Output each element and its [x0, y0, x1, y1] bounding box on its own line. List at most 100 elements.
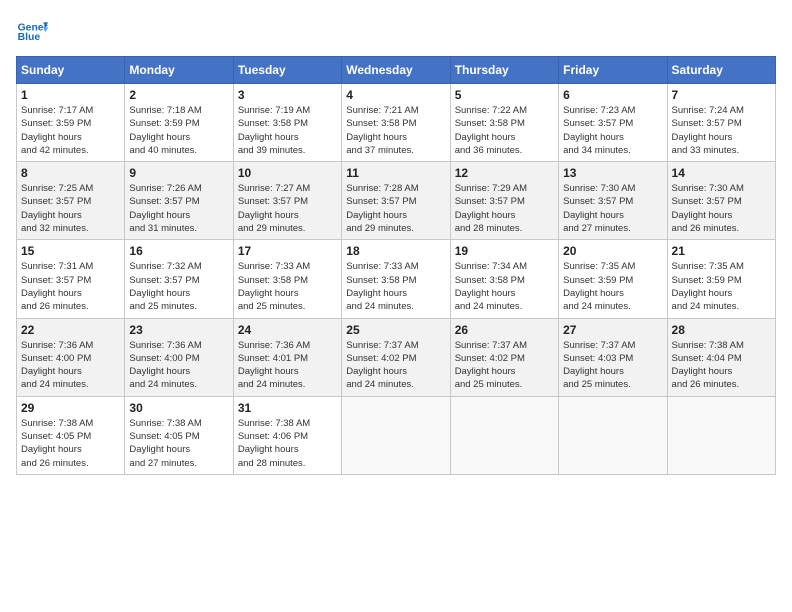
- calendar: SundayMondayTuesdayWednesdayThursdayFrid…: [16, 56, 776, 475]
- day-detail: Sunrise: 7:25 AM Sunset: 3:57 PM Dayligh…: [21, 182, 120, 235]
- day-detail: Sunrise: 7:24 AM Sunset: 3:57 PM Dayligh…: [672, 104, 771, 157]
- calendar-cell: 5 Sunrise: 7:22 AM Sunset: 3:58 PM Dayli…: [450, 84, 558, 162]
- calendar-cell: 16 Sunrise: 7:32 AM Sunset: 3:57 PM Dayl…: [125, 240, 233, 318]
- day-number: 25: [346, 323, 445, 337]
- day-detail: Sunrise: 7:23 AM Sunset: 3:57 PM Dayligh…: [563, 104, 662, 157]
- day-detail: Sunrise: 7:34 AM Sunset: 3:58 PM Dayligh…: [455, 260, 554, 313]
- week-row-1: 1 Sunrise: 7:17 AM Sunset: 3:59 PM Dayli…: [17, 84, 776, 162]
- header-tuesday: Tuesday: [233, 57, 341, 84]
- day-number: 19: [455, 244, 554, 258]
- day-detail: Sunrise: 7:35 AM Sunset: 3:59 PM Dayligh…: [563, 260, 662, 313]
- calendar-cell: 1 Sunrise: 7:17 AM Sunset: 3:59 PM Dayli…: [17, 84, 125, 162]
- day-detail: Sunrise: 7:36 AM Sunset: 4:00 PM Dayligh…: [21, 339, 120, 392]
- day-number: 27: [563, 323, 662, 337]
- day-number: 26: [455, 323, 554, 337]
- day-number: 20: [563, 244, 662, 258]
- calendar-cell: 18 Sunrise: 7:33 AM Sunset: 3:58 PM Dayl…: [342, 240, 450, 318]
- day-number: 10: [238, 166, 337, 180]
- header-thursday: Thursday: [450, 57, 558, 84]
- calendar-cell: 19 Sunrise: 7:34 AM Sunset: 3:58 PM Dayl…: [450, 240, 558, 318]
- calendar-cell: 3 Sunrise: 7:19 AM Sunset: 3:58 PM Dayli…: [233, 84, 341, 162]
- day-detail: Sunrise: 7:31 AM Sunset: 3:57 PM Dayligh…: [21, 260, 120, 313]
- calendar-cell: [559, 396, 667, 474]
- day-number: 8: [21, 166, 120, 180]
- calendar-cell: 10 Sunrise: 7:27 AM Sunset: 3:57 PM Dayl…: [233, 162, 341, 240]
- calendar-cell: 11 Sunrise: 7:28 AM Sunset: 3:57 PM Dayl…: [342, 162, 450, 240]
- day-number: 21: [672, 244, 771, 258]
- calendar-cell: 15 Sunrise: 7:31 AM Sunset: 3:57 PM Dayl…: [17, 240, 125, 318]
- week-row-3: 15 Sunrise: 7:31 AM Sunset: 3:57 PM Dayl…: [17, 240, 776, 318]
- day-detail: Sunrise: 7:37 AM Sunset: 4:03 PM Dayligh…: [563, 339, 662, 392]
- calendar-cell: 9 Sunrise: 7:26 AM Sunset: 3:57 PM Dayli…: [125, 162, 233, 240]
- day-number: 2: [129, 88, 228, 102]
- header-friday: Friday: [559, 57, 667, 84]
- calendar-cell: 2 Sunrise: 7:18 AM Sunset: 3:59 PM Dayli…: [125, 84, 233, 162]
- header-monday: Monday: [125, 57, 233, 84]
- day-number: 29: [21, 401, 120, 415]
- day-detail: Sunrise: 7:36 AM Sunset: 4:00 PM Dayligh…: [129, 339, 228, 392]
- day-detail: Sunrise: 7:22 AM Sunset: 3:58 PM Dayligh…: [455, 104, 554, 157]
- day-number: 4: [346, 88, 445, 102]
- day-number: 28: [672, 323, 771, 337]
- calendar-cell: 29 Sunrise: 7:38 AM Sunset: 4:05 PM Dayl…: [17, 396, 125, 474]
- calendar-cell: 31 Sunrise: 7:38 AM Sunset: 4:06 PM Dayl…: [233, 396, 341, 474]
- day-detail: Sunrise: 7:17 AM Sunset: 3:59 PM Dayligh…: [21, 104, 120, 157]
- header-saturday: Saturday: [667, 57, 775, 84]
- calendar-cell: 4 Sunrise: 7:21 AM Sunset: 3:58 PM Dayli…: [342, 84, 450, 162]
- day-number: 7: [672, 88, 771, 102]
- calendar-cell: 7 Sunrise: 7:24 AM Sunset: 3:57 PM Dayli…: [667, 84, 775, 162]
- day-number: 24: [238, 323, 337, 337]
- week-row-4: 22 Sunrise: 7:36 AM Sunset: 4:00 PM Dayl…: [17, 318, 776, 396]
- day-detail: Sunrise: 7:38 AM Sunset: 4:05 PM Dayligh…: [129, 417, 228, 470]
- calendar-cell: 23 Sunrise: 7:36 AM Sunset: 4:00 PM Dayl…: [125, 318, 233, 396]
- week-row-5: 29 Sunrise: 7:38 AM Sunset: 4:05 PM Dayl…: [17, 396, 776, 474]
- day-number: 14: [672, 166, 771, 180]
- day-detail: Sunrise: 7:30 AM Sunset: 3:57 PM Dayligh…: [563, 182, 662, 235]
- calendar-cell: 28 Sunrise: 7:38 AM Sunset: 4:04 PM Dayl…: [667, 318, 775, 396]
- day-detail: Sunrise: 7:32 AM Sunset: 3:57 PM Dayligh…: [129, 260, 228, 313]
- calendar-cell: 25 Sunrise: 7:37 AM Sunset: 4:02 PM Dayl…: [342, 318, 450, 396]
- calendar-cell: 24 Sunrise: 7:36 AM Sunset: 4:01 PM Dayl…: [233, 318, 341, 396]
- calendar-cell: 26 Sunrise: 7:37 AM Sunset: 4:02 PM Dayl…: [450, 318, 558, 396]
- day-detail: Sunrise: 7:30 AM Sunset: 3:57 PM Dayligh…: [672, 182, 771, 235]
- day-number: 30: [129, 401, 228, 415]
- header-sunday: Sunday: [17, 57, 125, 84]
- day-detail: Sunrise: 7:33 AM Sunset: 3:58 PM Dayligh…: [238, 260, 337, 313]
- calendar-cell: 6 Sunrise: 7:23 AM Sunset: 3:57 PM Dayli…: [559, 84, 667, 162]
- calendar-cell: 12 Sunrise: 7:29 AM Sunset: 3:57 PM Dayl…: [450, 162, 558, 240]
- day-number: 12: [455, 166, 554, 180]
- logo: General Blue: [16, 16, 48, 48]
- header-wednesday: Wednesday: [342, 57, 450, 84]
- calendar-cell: 22 Sunrise: 7:36 AM Sunset: 4:00 PM Dayl…: [17, 318, 125, 396]
- logo-icon: General Blue: [16, 16, 48, 48]
- day-detail: Sunrise: 7:38 AM Sunset: 4:04 PM Dayligh…: [672, 339, 771, 392]
- calendar-cell: 14 Sunrise: 7:30 AM Sunset: 3:57 PM Dayl…: [667, 162, 775, 240]
- day-detail: Sunrise: 7:37 AM Sunset: 4:02 PM Dayligh…: [455, 339, 554, 392]
- calendar-cell: [450, 396, 558, 474]
- svg-text:Blue: Blue: [18, 32, 41, 43]
- day-number: 1: [21, 88, 120, 102]
- calendar-cell: 27 Sunrise: 7:37 AM Sunset: 4:03 PM Dayl…: [559, 318, 667, 396]
- day-number: 13: [563, 166, 662, 180]
- day-number: 17: [238, 244, 337, 258]
- day-number: 15: [21, 244, 120, 258]
- calendar-cell: 20 Sunrise: 7:35 AM Sunset: 3:59 PM Dayl…: [559, 240, 667, 318]
- calendar-cell: 17 Sunrise: 7:33 AM Sunset: 3:58 PM Dayl…: [233, 240, 341, 318]
- day-number: 5: [455, 88, 554, 102]
- calendar-cell: 30 Sunrise: 7:38 AM Sunset: 4:05 PM Dayl…: [125, 396, 233, 474]
- day-detail: Sunrise: 7:38 AM Sunset: 4:06 PM Dayligh…: [238, 417, 337, 470]
- page-header: General Blue: [16, 16, 776, 48]
- day-detail: Sunrise: 7:37 AM Sunset: 4:02 PM Dayligh…: [346, 339, 445, 392]
- week-row-2: 8 Sunrise: 7:25 AM Sunset: 3:57 PM Dayli…: [17, 162, 776, 240]
- day-number: 3: [238, 88, 337, 102]
- calendar-cell: 21 Sunrise: 7:35 AM Sunset: 3:59 PM Dayl…: [667, 240, 775, 318]
- day-number: 9: [129, 166, 228, 180]
- day-number: 18: [346, 244, 445, 258]
- day-number: 22: [21, 323, 120, 337]
- day-detail: Sunrise: 7:18 AM Sunset: 3:59 PM Dayligh…: [129, 104, 228, 157]
- day-number: 31: [238, 401, 337, 415]
- day-detail: Sunrise: 7:26 AM Sunset: 3:57 PM Dayligh…: [129, 182, 228, 235]
- day-detail: Sunrise: 7:19 AM Sunset: 3:58 PM Dayligh…: [238, 104, 337, 157]
- day-detail: Sunrise: 7:29 AM Sunset: 3:57 PM Dayligh…: [455, 182, 554, 235]
- day-number: 6: [563, 88, 662, 102]
